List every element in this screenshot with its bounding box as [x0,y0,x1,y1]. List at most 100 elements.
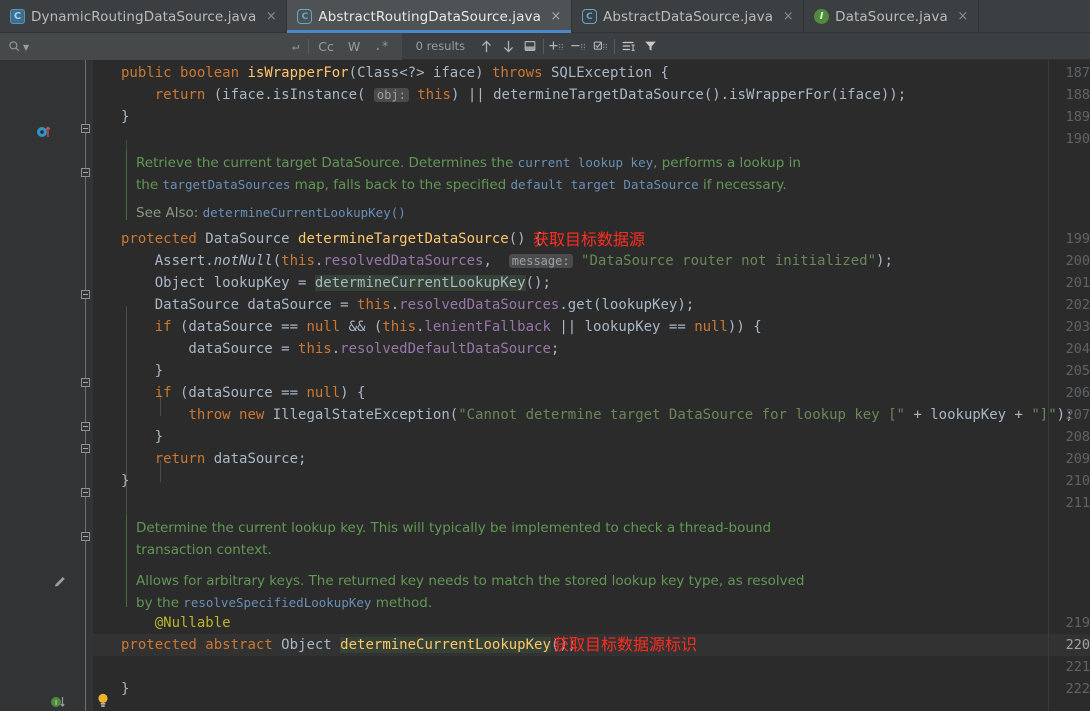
code-token: (). [703,87,730,103]
search-history-chevron-icon[interactable]: ▼ [23,44,29,52]
code-content[interactable]: public boolean isWrapperFor(Class<?> ifa… [93,60,1090,711]
line-number: 190 [1065,131,1090,147]
code-line[interactable]: protected DataSource determineTargetData… [121,228,542,250]
find-options-group: ↵ Cc W .* [285,32,402,60]
code-editor[interactable]: I public boolean isWrapperFor(Class<?> i… [0,60,1090,711]
code-token: DataSource [196,231,299,247]
code-line[interactable]: if (dataSource == null) { [121,382,366,404]
remove-occurrence-icon[interactable] [568,33,590,60]
close-icon[interactable]: × [957,10,969,23]
editor-tab-3[interactable]: I DataSource.java × [804,0,979,33]
editor-tab-1[interactable]: C AbstractRoutingDataSource.java × [287,0,572,33]
code-token: return [154,87,206,103]
line-number: 222 [1065,681,1090,697]
javadoc-code-span[interactable]: targetDataSources [162,177,290,192]
edit-javadoc-pencil-icon[interactable] [52,574,68,594]
line-number: 221 [1065,659,1090,675]
find-previous-icon[interactable] [475,33,497,60]
line-number: 220 [1065,637,1090,653]
fold-marker-189[interactable] [81,168,90,177]
code-token: (iface. [205,87,273,103]
code-token: dataSource = [121,341,299,357]
close-icon[interactable]: × [550,10,562,23]
javadoc-text: the [136,177,163,193]
javadoc-line: Determine the current lookup key. This w… [136,517,771,539]
javadoc-left-bar [126,515,127,607]
javadoc-code-span[interactable]: resolveSpecifiedLookupKey [183,595,371,610]
code-line[interactable]: } [121,360,163,382]
implemented-method-icon[interactable]: I [50,694,68,711]
code-line[interactable]: return dataSource; [121,448,307,470]
code-token: (dataSource == [171,319,307,335]
javadoc-code-span[interactable]: determineCurrentLookupKey() [203,205,406,220]
code-token: || lookupKey == [550,319,695,335]
editor-tab-2[interactable]: C AbstractDataSource.java × [572,0,805,33]
code-token: this [281,253,315,269]
java-abstract-class-icon: C [581,9,597,24]
code-line[interactable]: } [121,470,129,492]
code-line[interactable]: throw new IllegalStateException("Cannot … [121,404,1073,426]
code-line[interactable]: } [121,678,129,700]
close-icon[interactable]: × [782,10,794,23]
select-all-occurrences-icon[interactable] [590,33,612,60]
code-line[interactable]: } [121,106,129,128]
code-line[interactable]: if (dataSource == null && (this.lenientF… [121,316,762,338]
overriding-method-icon[interactable] [36,124,52,143]
search-input[interactable] [32,38,285,54]
fold-marker-206[interactable] [81,444,90,453]
code-token: (iface)); [830,87,907,103]
match-case-toggle[interactable]: Cc [311,33,341,60]
javadoc-left-bar [126,150,127,220]
filter-icon[interactable] [639,33,661,60]
regex-toggle[interactable]: .* [367,33,395,60]
code-line[interactable]: return (iface.isInstance( obj: this) || … [121,84,906,106]
fold-marker-187[interactable] [81,124,90,133]
code-token: . [331,341,341,357]
fold-marker-199[interactable] [81,290,90,299]
editor-gutter[interactable] [0,60,78,711]
code-token: Class [357,65,400,81]
javadoc-text: Determine the current lookup key. This w… [136,520,772,536]
javadoc-text: , performs a lookup in [653,155,801,171]
new-line-icon[interactable]: ↵ [285,33,306,60]
open-in-find-window-icon[interactable] [519,33,541,60]
code-token: resolvedDataSources [399,297,560,313]
javadoc-code-span[interactable]: current lookup key [518,155,653,170]
code-line[interactable]: protected abstract Object determineCurre… [121,634,576,656]
code-token: (dataSource == [171,385,307,401]
line-number: 187 [1065,65,1090,81]
words-toggle[interactable]: W [341,33,367,60]
code-token: ( [348,65,358,81]
code-token: ) { [340,385,366,401]
code-token: obj: [373,88,409,102]
code-token: resolvedDataSources [323,253,484,269]
results-count-label: 0 results [415,39,466,53]
code-line[interactable]: public boolean isWrapperFor(Class<?> ifa… [121,62,669,84]
code-token: null [306,385,341,401]
code-line[interactable]: @Nullable [121,612,231,634]
code-line[interactable]: Object lookupKey = determineCurrentLooku… [121,272,551,294]
code-line[interactable]: dataSource = this.resolvedDefaultDataSou… [121,338,559,360]
fold-marker-203[interactable] [81,378,90,387]
code-token: throws [491,65,543,81]
search-field[interactable]: ▼ [0,32,285,60]
fold-marker-208[interactable] [81,488,90,497]
code-token: ) [475,65,492,81]
code-line[interactable]: Assert.notNull(this.resolvedDataSources,… [121,250,893,272]
code-line[interactable]: } [121,426,163,448]
editor-tab-0[interactable]: C DynamicRoutingDataSource.java × [0,0,288,33]
add-occurrence-icon[interactable] [546,33,568,60]
fold-marker-210[interactable] [81,532,90,541]
close-icon[interactable]: × [265,10,277,23]
fold-marker-205[interactable] [81,422,90,431]
code-line[interactable]: DataSource dataSource = this.resolvedDat… [121,294,694,316]
find-next-icon[interactable] [497,33,519,60]
line-number: 188 [1065,87,1090,103]
preview-results-icon[interactable] [617,33,639,60]
code-token: notNull [213,253,273,269]
code-token: @Nullable [154,615,231,631]
code-token: protected [121,231,197,247]
javadoc-code-span[interactable]: default target DataSource [511,177,699,192]
